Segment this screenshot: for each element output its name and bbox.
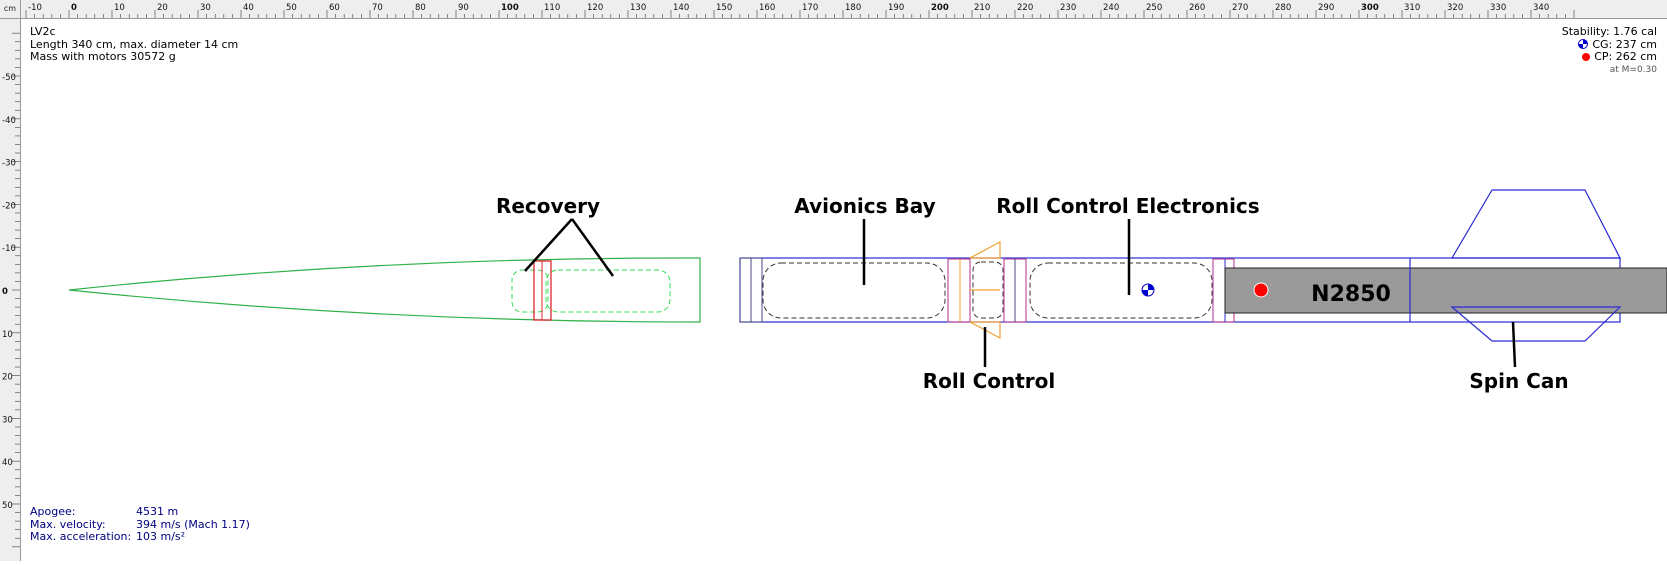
- rocket-canvas[interactable]: N2850 Recovery Avionics Bay Roll Control…: [21, 19, 1667, 557]
- ruler-label: 270: [1232, 3, 1248, 13]
- cp-value: CP: 262 cm: [1594, 50, 1657, 63]
- ruler-label: 140: [673, 3, 689, 13]
- rocket-drawing: N2850 Recovery Avionics Bay Roll Control…: [68, 189, 1667, 393]
- cp-row: CP: 262 cm: [1562, 50, 1657, 64]
- ruler-label: 280: [1275, 3, 1291, 13]
- ruler-label: 250: [1146, 3, 1162, 13]
- ruler-label: 130: [630, 3, 646, 13]
- flight-info: Apogee: 4531 m Max. velocity: 394 m/s (Mac…: [30, 505, 250, 544]
- ruler-label: 290: [1318, 3, 1334, 13]
- horizontal-ruler: -10 0 10 20 30 40 50 60 70 80 90 100 110 120 130 140 150…: [21, 0, 1667, 19]
- ruler-label: -20: [2, 201, 16, 211]
- cp-icon: [1582, 53, 1591, 61]
- design-info: LV2c Length 340 cm, max. diameter 14 cm …: [30, 25, 238, 64]
- avionics-bay-outline: [762, 262, 946, 319]
- ruler-label: 10: [2, 330, 13, 340]
- ruler-label: 170: [802, 3, 818, 13]
- roll-electronics-label: Roll Control Electronics: [996, 194, 1259, 218]
- ruler-label: 120: [587, 3, 603, 13]
- horizontal-ruler-ticks: -10 0 10 20 30 40 50 60 70 80 90 100 110 120 130 140 150…: [25, 3, 1575, 18]
- apogee-value: 4531 m: [136, 505, 179, 518]
- ruler-label: 200: [931, 3, 949, 13]
- recovery-pointer-2: [570, 218, 615, 277]
- roll-fin-top: [969, 241, 1001, 259]
- ruler-label: 330: [1490, 3, 1506, 13]
- motor-casing: [1224, 267, 1667, 314]
- cg-icon: [1578, 38, 1589, 49]
- ruler-unit-label: cm: [0, 0, 21, 19]
- ruler-label: 70: [372, 3, 383, 13]
- avionics-bay-label: Avionics Bay: [794, 194, 935, 218]
- vertical-ruler: -50 -40 -30 -20 -10 0 10 20 30 40 50: [0, 19, 21, 561]
- roll-control-label: Roll Control: [923, 369, 1056, 393]
- ruler-label: -10: [28, 3, 42, 13]
- ruler-label: 30: [200, 3, 211, 13]
- ruler-label: 50: [2, 501, 13, 511]
- ruler-label: 320: [1447, 3, 1463, 13]
- accel-label: Max. acceleration:: [30, 530, 132, 544]
- design-name: LV2c: [30, 25, 56, 38]
- ruler-label: 220: [1017, 3, 1033, 13]
- ruler-label: 110: [544, 3, 560, 13]
- spin-can-pointer: [1511, 321, 1517, 368]
- mach-note: at M=0.30: [1609, 64, 1657, 75]
- spin-can-label: Spin Can: [1469, 369, 1568, 393]
- cg-value: CG: 237 cm: [1592, 37, 1657, 51]
- ruler-label: -40: [2, 116, 16, 126]
- ruler-label: 300: [1361, 3, 1379, 13]
- ruler-label: 150: [716, 3, 732, 13]
- ruler-label: 340: [1533, 3, 1549, 13]
- recovery-pointer-1: [524, 218, 573, 272]
- ruler-label: 30: [2, 415, 13, 425]
- ruler-label: 260: [1189, 3, 1205, 13]
- apogee-label: Apogee:: [30, 505, 76, 518]
- design-mass: Mass with motors 30572 g: [30, 50, 176, 63]
- accel-value: 103 m/s²: [136, 530, 186, 544]
- ruler-label: 310: [1404, 3, 1420, 13]
- ruler-label: 160: [759, 3, 775, 13]
- ruler-label: 50: [286, 3, 297, 13]
- ruler-label: -50: [2, 73, 16, 83]
- ruler-label: 60: [329, 3, 340, 13]
- ruler-label: 230: [1060, 3, 1076, 13]
- accel-row: Max. acceleration: 103 m/s²: [30, 531, 250, 544]
- stability-info: Stability: 1.76 cal CG: 237 cm CP: 262 c…: [1562, 25, 1657, 76]
- recovery-parachute-1: [511, 269, 549, 313]
- ruler-label: -10: [2, 244, 16, 254]
- ruler-label: 80: [415, 3, 426, 13]
- ruler-label: 40: [2, 458, 13, 468]
- roll-electronics-bay-outline: [1029, 262, 1213, 319]
- recovery-label: Recovery: [496, 194, 600, 218]
- ruler-label: 20: [157, 3, 168, 13]
- cp-marker: [1253, 282, 1269, 298]
- ruler-label: 20: [2, 373, 13, 383]
- ruler-label: 10: [114, 3, 125, 13]
- ruler-label: 0: [2, 287, 8, 297]
- ruler-label: -30: [2, 159, 16, 169]
- vertical-ruler-ticks: -50 -40 -30 -20 -10 0 10 20 30 40 50: [2, 32, 20, 548]
- spin-can-fin-top: [1450, 189, 1621, 259]
- roll-control-ring-1: [947, 258, 971, 323]
- ruler-label: 180: [845, 3, 861, 13]
- ruler-label: 40: [243, 3, 254, 13]
- cg-marker: [1141, 283, 1155, 297]
- rocket-design-view: cm -10 0 10 20 30 40 50 60 70 80 90 100 110 120 130 140…: [0, 0, 1667, 561]
- velocity-value: 394 m/s (Mach 1.17): [136, 517, 250, 531]
- ruler-label: 100: [501, 3, 519, 13]
- ruler-label: 90: [458, 3, 469, 13]
- ruler-label: 0: [71, 3, 77, 13]
- ruler-label: 210: [974, 3, 990, 13]
- motor-label: N2850: [1311, 282, 1391, 307]
- ruler-label: 190: [888, 3, 904, 13]
- ruler-label: 240: [1103, 3, 1119, 13]
- recovery-parachute-2: [545, 269, 671, 313]
